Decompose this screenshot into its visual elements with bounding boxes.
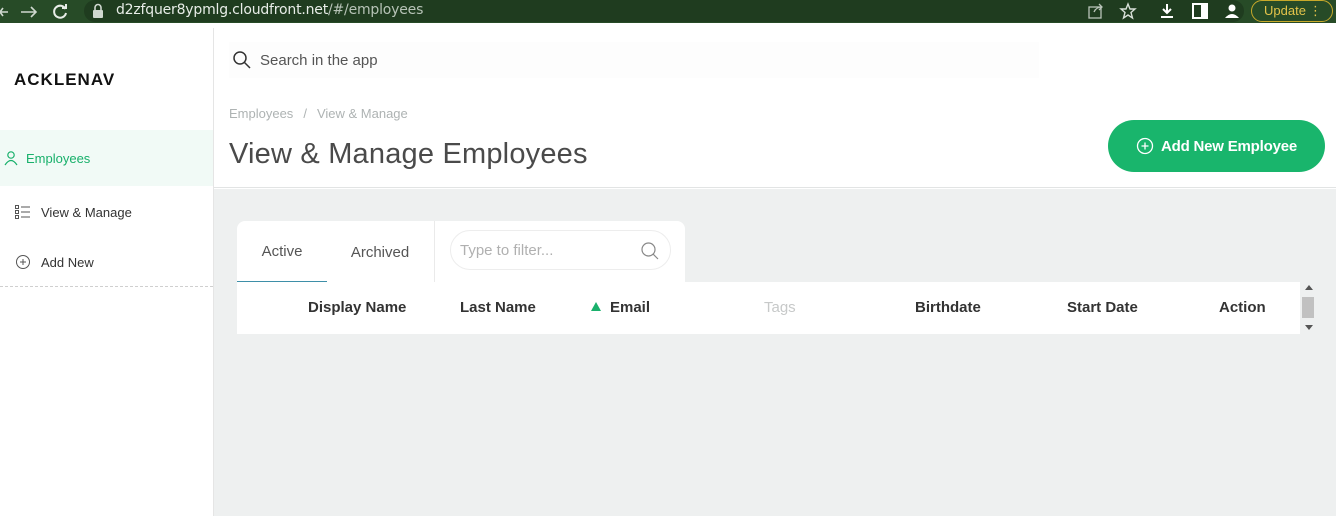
breadcrumb-item-employees[interactable]: Employees bbox=[229, 106, 293, 121]
scrollbar-thumb[interactable] bbox=[1302, 297, 1314, 318]
more-menu-icon[interactable]: ⋮ bbox=[1309, 1, 1322, 21]
update-label: Update bbox=[1264, 3, 1306, 18]
lock-icon[interactable] bbox=[92, 3, 110, 21]
breadcrumb-item-view-manage[interactable]: View & Manage bbox=[317, 106, 408, 121]
side-panel-icon[interactable] bbox=[1191, 2, 1209, 20]
url-path: /#/employees bbox=[328, 2, 424, 18]
sort-ascending-icon bbox=[591, 302, 601, 311]
plus-circle-icon bbox=[1136, 137, 1154, 155]
url-host: d2zfquer8ypmlg.cloudfront.net bbox=[116, 2, 328, 18]
column-header-email[interactable]: Email bbox=[591, 282, 650, 334]
sidebar-item-label: Add New bbox=[41, 254, 94, 270]
add-new-employee-button[interactable]: Add New Employee bbox=[1108, 120, 1325, 172]
tabs-bar: Active Archived bbox=[237, 221, 685, 283]
download-icon[interactable] bbox=[1158, 2, 1176, 20]
forward-icon[interactable] bbox=[20, 0, 38, 23]
filter-input[interactable] bbox=[460, 241, 630, 259]
back-icon[interactable] bbox=[0, 0, 10, 23]
column-header-action: Action bbox=[1219, 299, 1266, 316]
sidebar-divider bbox=[0, 286, 213, 287]
search-icon bbox=[232, 49, 254, 71]
sidebar-item-add-new[interactable]: Add New bbox=[0, 234, 213, 290]
sidebar-item-employees[interactable]: Employees bbox=[0, 130, 213, 186]
list-icon bbox=[14, 203, 32, 221]
filter-box[interactable] bbox=[450, 230, 671, 270]
breadcrumb-separator: / bbox=[303, 106, 307, 121]
browser-toolbar: d2zfquer8ypmlg.cloudfront.net/#/employee… bbox=[0, 0, 1336, 23]
scroll-up-icon[interactable] bbox=[1305, 285, 1313, 290]
user-icon bbox=[2, 149, 20, 167]
search-input[interactable] bbox=[260, 51, 960, 69]
search-box[interactable] bbox=[229, 42, 1039, 78]
plus-circle-icon bbox=[14, 253, 32, 271]
add-new-employee-label: Add New Employee bbox=[1161, 137, 1297, 155]
column-header-label: Email bbox=[610, 299, 651, 316]
sidebar-item-label: Employees bbox=[26, 150, 91, 166]
sidebar: ACKLENAVE Employees View & Manage Add Ne… bbox=[0, 28, 214, 516]
column-header-last-name[interactable]: Last Name bbox=[460, 282, 536, 334]
share-icon[interactable] bbox=[1087, 2, 1105, 20]
column-header-tags: Tags bbox=[764, 299, 796, 316]
page-title: View & Manage Employees bbox=[229, 138, 588, 170]
reload-icon[interactable] bbox=[51, 0, 69, 23]
url-text[interactable]: d2zfquer8ypmlg.cloudfront.net/#/employee… bbox=[116, 2, 423, 18]
top-search-bar bbox=[214, 28, 1336, 96]
tab-archived[interactable]: Archived bbox=[335, 221, 425, 283]
sidebar-item-label: View & Manage bbox=[41, 204, 132, 220]
column-header-start-date[interactable]: Start Date bbox=[1067, 282, 1138, 334]
search-icon[interactable] bbox=[640, 241, 660, 261]
scroll-down-icon[interactable] bbox=[1305, 325, 1313, 330]
bookmark-star-icon[interactable] bbox=[1119, 2, 1137, 20]
tab-label: Active bbox=[261, 242, 303, 260]
column-header-display-name[interactable]: Display Name bbox=[308, 282, 406, 334]
update-button[interactable]: Update ⋮ bbox=[1251, 0, 1333, 22]
tab-divider bbox=[434, 221, 435, 283]
tab-active[interactable]: Active bbox=[237, 221, 327, 283]
table-scrollbar[interactable] bbox=[1302, 285, 1316, 333]
column-header-birthdate[interactable]: Birthdate bbox=[915, 282, 981, 334]
profile-icon[interactable] bbox=[1223, 2, 1241, 20]
page-header: Employees / View & Manage View & Manage Em… bbox=[214, 96, 1336, 188]
breadcrumb: Employees / View & Manage bbox=[229, 106, 408, 121]
logo[interactable]: ACKLENAVE bbox=[14, 70, 114, 90]
tab-label: Archived bbox=[350, 243, 410, 261]
main-content: Active Archived Display Name Last Name E… bbox=[214, 189, 1336, 516]
sidebar-item-view-manage[interactable]: View & Manage bbox=[0, 184, 213, 240]
employees-table: Display Name Last Name Email Tags Birthd… bbox=[237, 282, 1300, 334]
